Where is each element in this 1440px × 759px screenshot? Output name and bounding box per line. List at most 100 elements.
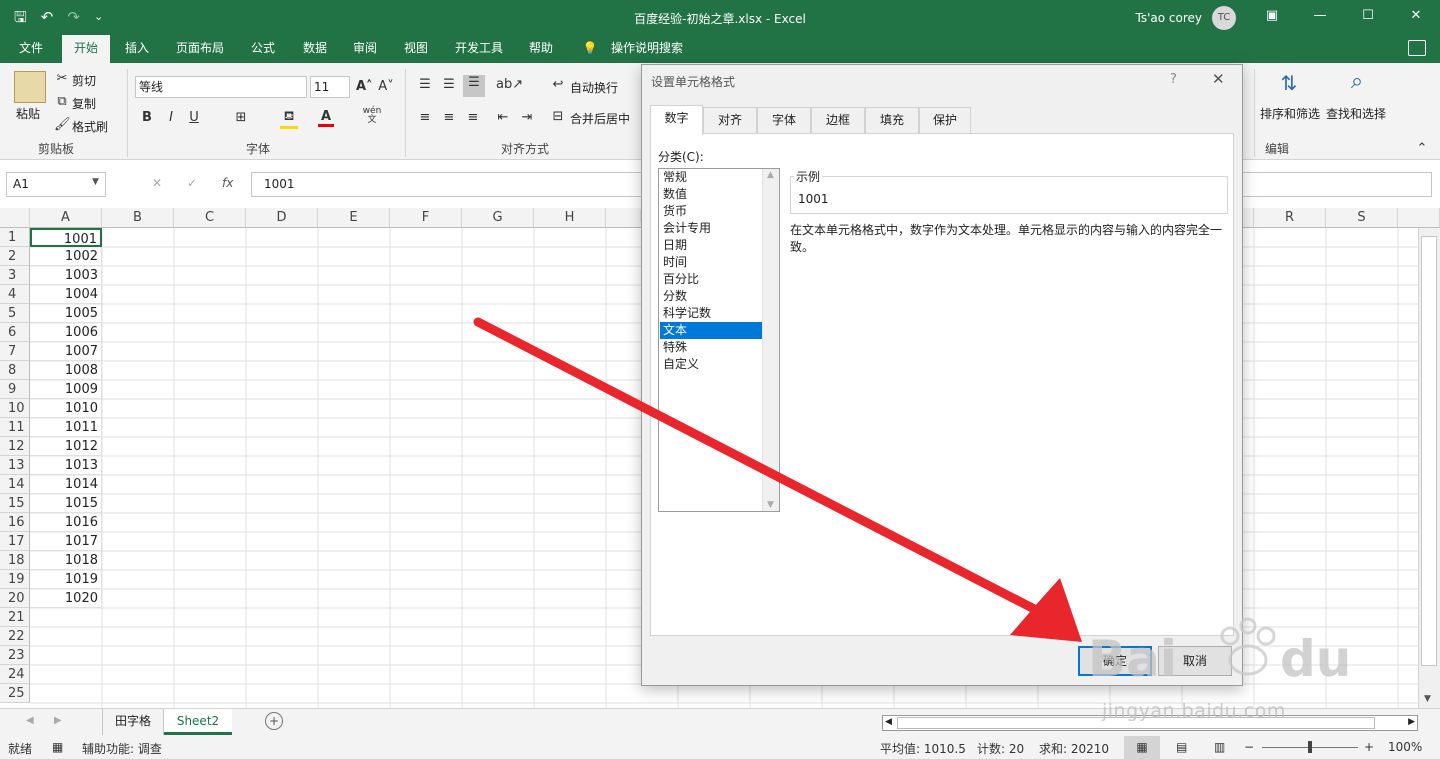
row-header[interactable]: 2 — [0, 247, 30, 266]
page-layout-view-icon[interactable]: ▤ — [1176, 740, 1187, 754]
column-header[interactable]: F — [390, 208, 462, 228]
name-box-dropdown-icon[interactable]: ▼ — [92, 177, 99, 187]
copy-button[interactable]: 复制 — [72, 95, 96, 112]
scroll-up-icon[interactable]: ▲ — [767, 170, 774, 180]
category-item[interactable]: 科学记数 — [660, 305, 762, 322]
ok-button[interactable]: 确定 — [1078, 646, 1152, 676]
tab-protection[interactable]: 保护 — [919, 107, 971, 133]
row-header[interactable]: 25 — [0, 684, 30, 703]
cell[interactable]: 1004 — [30, 285, 102, 304]
decrease-indent-icon[interactable]: ⇤ — [494, 110, 512, 125]
cell-a1[interactable]: 1001 — [30, 228, 102, 247]
paste-icon[interactable] — [14, 71, 46, 103]
row-header[interactable]: 6 — [0, 323, 30, 342]
cell[interactable]: 1007 — [30, 342, 102, 361]
tab-alignment[interactable]: 对齐 — [703, 107, 757, 133]
column-header[interactable]: R — [1254, 208, 1326, 228]
sheet-tab[interactable]: 田字格 — [102, 709, 164, 735]
confirm-entry-icon[interactable]: ✓ — [187, 176, 197, 190]
find-select-button[interactable]: 查找和选择 — [1326, 105, 1386, 122]
cell[interactable]: 1010 — [30, 399, 102, 418]
row-header[interactable]: 1 — [0, 228, 30, 247]
align-left-icon[interactable]: ≡ — [416, 110, 434, 125]
accessibility-check[interactable]: 辅助功能: 调查 — [82, 740, 162, 757]
cut-icon[interactable]: ✂ — [54, 71, 70, 86]
row-header[interactable]: 22 — [0, 627, 30, 646]
font-size-dropdown[interactable]: 11 — [310, 76, 350, 98]
category-item[interactable]: 日期 — [660, 237, 762, 254]
avatar[interactable]: TC — [1212, 6, 1236, 30]
category-item[interactable]: 会计专用 — [660, 220, 762, 237]
row-header[interactable]: 9 — [0, 380, 30, 399]
tab-home[interactable]: 开始 — [62, 35, 110, 63]
macro-record-icon[interactable]: ▦ — [52, 740, 63, 754]
row-header[interactable]: 10 — [0, 399, 30, 418]
tab-font[interactable]: 字体 — [757, 107, 811, 133]
cell[interactable]: 1005 — [30, 304, 102, 323]
row-header[interactable]: 19 — [0, 570, 30, 589]
row-header[interactable]: 11 — [0, 418, 30, 437]
cell[interactable]: 1011 — [30, 418, 102, 437]
tell-me-search[interactable]: 操作说明搜索 — [602, 35, 692, 63]
zoom-out-icon[interactable]: − — [1244, 740, 1254, 754]
column-header[interactable]: C — [174, 208, 246, 228]
format-painter-icon[interactable]: 🖌 — [54, 117, 71, 132]
tab-number[interactable]: 数字 — [650, 105, 703, 135]
zoom-slider[interactable] — [1262, 741, 1358, 753]
font-color-icon[interactable]: A — [318, 109, 334, 127]
row-header[interactable]: 15 — [0, 494, 30, 513]
cell[interactable]: 1003 — [30, 266, 102, 285]
insert-function-icon[interactable]: fx — [222, 176, 233, 190]
cell[interactable]: 1018 — [30, 551, 102, 570]
cell[interactable]: 1015 — [30, 494, 102, 513]
column-header[interactable]: A — [30, 208, 102, 228]
cell[interactable]: 1014 — [30, 475, 102, 494]
bold-icon[interactable]: B — [140, 110, 154, 125]
sort-filter-icon[interactable]: ⇅ — [1272, 71, 1306, 95]
find-select-icon[interactable]: ⌕ — [1340, 69, 1374, 94]
category-item[interactable]: 分数 — [660, 288, 762, 305]
cell[interactable]: 1012 — [30, 437, 102, 456]
maximize-icon[interactable]: ☐ — [1344, 0, 1392, 35]
tab-developer[interactable]: 开发工具 — [446, 35, 512, 63]
category-item[interactable]: 时间 — [660, 254, 762, 271]
scroll-down-icon[interactable]: ▼ — [767, 500, 774, 510]
align-center-icon[interactable]: ≡ — [440, 110, 458, 125]
add-sheet-icon[interactable]: + — [265, 712, 283, 730]
merge-center-button[interactable]: 合并后居中 — [570, 110, 630, 127]
borders-icon[interactable]: ⊞ — [232, 110, 250, 125]
align-bottom-icon[interactable]: ☰ — [463, 75, 485, 97]
tab-review[interactable]: 审阅 — [342, 35, 388, 63]
row-header[interactable]: 8 — [0, 361, 30, 380]
zoom-level[interactable]: 100% — [1388, 740, 1422, 754]
italic-icon[interactable]: I — [164, 110, 178, 125]
column-header[interactable]: H — [534, 208, 606, 228]
row-header[interactable]: 3 — [0, 266, 30, 285]
page-break-view-icon[interactable]: ▥ — [1214, 740, 1225, 754]
row-header[interactable]: 14 — [0, 475, 30, 494]
phonetic-guide-icon[interactable]: wén 文 — [362, 107, 382, 125]
row-header[interactable]: 13 — [0, 456, 30, 475]
row-header[interactable]: 20 — [0, 589, 30, 608]
column-header[interactable]: B — [102, 208, 174, 228]
row-header[interactable]: 21 — [0, 608, 30, 627]
tab-fill[interactable]: 填充 — [865, 107, 919, 133]
name-box[interactable]: A1 — [6, 172, 106, 197]
scroll-down-icon[interactable]: ▼ — [1424, 694, 1431, 704]
minimize-icon[interactable]: — — [1296, 0, 1344, 35]
tab-insert[interactable]: 插入 — [114, 35, 160, 63]
ribbon-display-options-icon[interactable]: ▣ — [1248, 0, 1296, 35]
tab-file[interactable]: 文件 — [8, 35, 54, 63]
zoom-in-icon[interactable]: + — [1364, 740, 1374, 754]
cell[interactable]: 1013 — [30, 456, 102, 475]
category-item[interactable]: 自定义 — [660, 356, 762, 373]
format-painter-button[interactable]: 格式刷 — [72, 118, 108, 135]
help-icon[interactable]: ? — [1170, 72, 1177, 87]
vertical-scroll-thumb[interactable] — [1421, 236, 1437, 666]
comments-icon[interactable] — [1408, 40, 1426, 56]
category-list[interactable]: 常规 数值 货币 会计专用 日期 时间 百分比 分数 科学记数 文本 特殊 自定… — [658, 168, 780, 512]
row-header[interactable]: 23 — [0, 646, 30, 665]
cell[interactable]: 1020 — [30, 589, 102, 608]
cell[interactable]: 1009 — [30, 380, 102, 399]
row-header[interactable]: 16 — [0, 513, 30, 532]
